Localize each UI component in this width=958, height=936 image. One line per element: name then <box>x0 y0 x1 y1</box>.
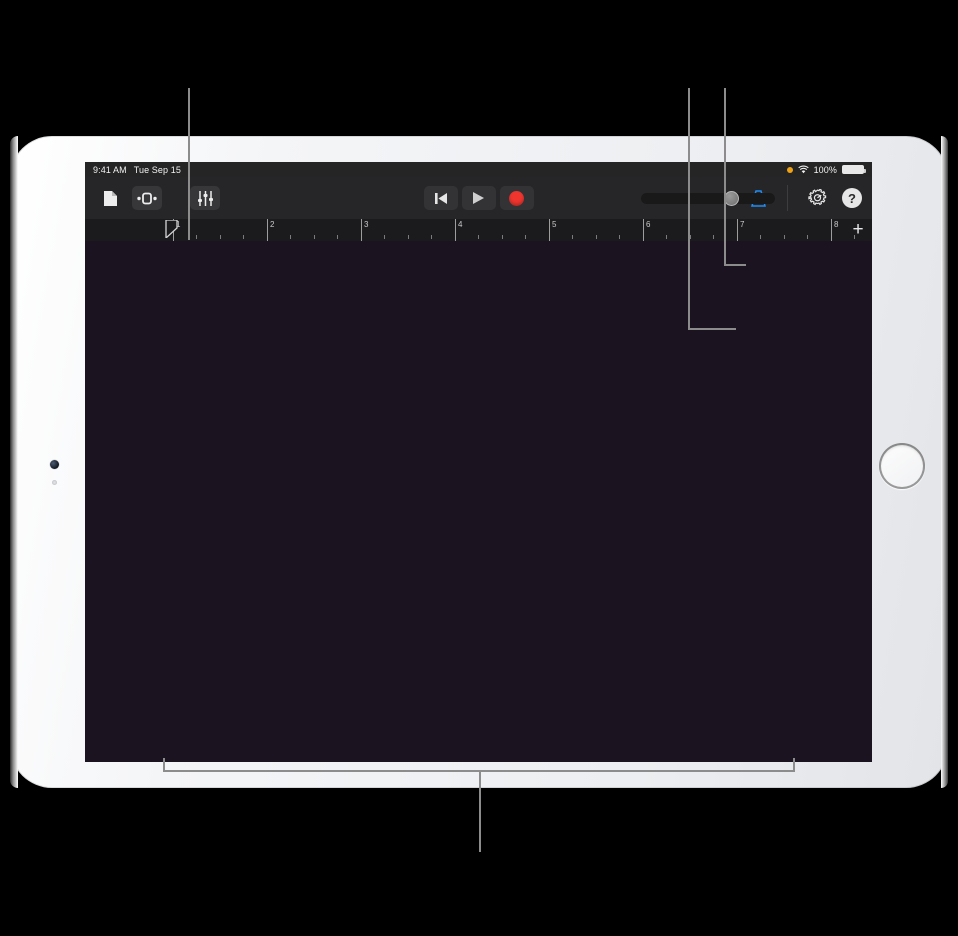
callout-line-playhead <box>188 88 190 240</box>
volume-slider[interactable] <box>641 191 775 206</box>
toolbar: ? <box>85 177 872 219</box>
callout-line-autoplay-horizontal <box>688 328 736 330</box>
play-button[interactable] <box>461 186 496 210</box>
callout-line-mode-horizontal <box>724 264 746 266</box>
ruler-measure: 8 <box>831 219 838 241</box>
callout-bracket-leader <box>479 770 481 852</box>
track-view-icon <box>137 192 157 204</box>
battery-percent: 100% <box>813 164 837 175</box>
transport-controls <box>423 186 534 210</box>
callout-bracket-left-tip <box>163 758 165 772</box>
ruler-measure: 4 <box>455 219 462 241</box>
ruler-measures: 1 2 3 4 5 6 7 8 <box>85 219 855 241</box>
callout-line-autoplay-vertical <box>688 88 690 330</box>
gear-icon <box>807 188 826 205</box>
ambient-sensor-icon <box>52 480 57 485</box>
ruler-measure: 5 <box>549 219 556 241</box>
help-button[interactable]: ? <box>842 188 862 208</box>
add-track-button[interactable]: + <box>848 220 868 240</box>
volume-slider-track <box>641 193 775 204</box>
home-button[interactable] <box>879 443 925 489</box>
battery-icon <box>842 165 866 174</box>
playhead-icon[interactable] <box>165 220 178 238</box>
status-date: Tue Sep 15 <box>133 164 181 175</box>
timeline-ruler[interactable]: 1 2 3 4 5 6 7 8 + <box>85 219 872 241</box>
volume-slider-knob[interactable] <box>724 191 739 206</box>
toolbar-divider <box>787 185 788 211</box>
my-songs-button[interactable] <box>95 186 125 210</box>
wifi-icon <box>797 165 809 174</box>
mixer-icon <box>197 190 213 206</box>
rewind-icon <box>434 192 447 204</box>
track-view-button[interactable] <box>132 186 162 210</box>
callout-bracket-right-tip <box>793 758 795 772</box>
front-camera-icon <box>50 460 59 469</box>
play-icon <box>473 192 484 204</box>
ruler-measure: 3 <box>361 219 368 241</box>
status-bar: 9:41 AM Tue Sep 15 100% <box>85 162 872 177</box>
orange-dot-icon <box>786 166 793 173</box>
mixer-button[interactable] <box>190 186 220 210</box>
ruler-measure: 2 <box>267 219 274 241</box>
settings-button[interactable] <box>802 186 832 210</box>
record-icon <box>509 190 524 206</box>
callout-line-mode-vertical <box>724 88 726 266</box>
screenshot-root: 9:41 AM Tue Sep 15 100% ? 1 2 3 4 5 6 7 … <box>0 0 958 936</box>
ruler-measure: 7 <box>737 219 744 241</box>
rewind-button[interactable] <box>423 186 458 210</box>
ipad-device: 9:41 AM Tue Sep 15 100% ? 1 2 3 4 5 6 7 … <box>10 136 948 788</box>
record-button[interactable] <box>499 186 534 210</box>
document-icon <box>103 190 117 206</box>
status-time: 9:41 AM <box>93 164 127 175</box>
app-screen: 9:41 AM Tue Sep 15 100% ? 1 2 3 4 5 6 7 … <box>85 162 872 762</box>
ruler-measure: 6 <box>643 219 650 241</box>
